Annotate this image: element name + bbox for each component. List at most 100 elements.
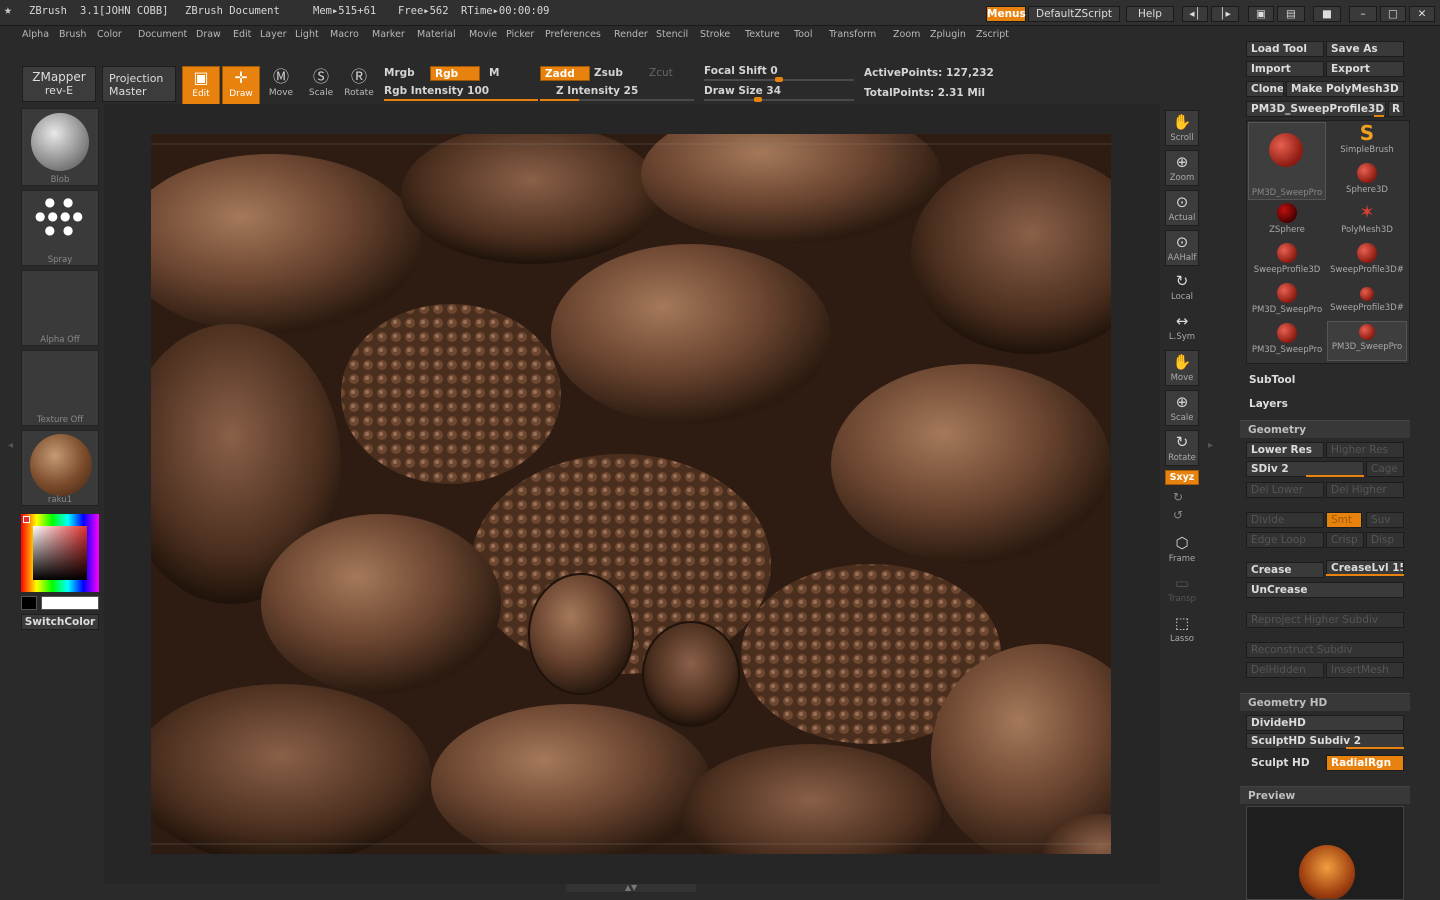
stroke-selector[interactable]: ● ● ●●●● ● ● Spray	[21, 190, 99, 266]
z-intensity-slider[interactable]: Z Intensity 25	[556, 85, 638, 97]
aahalf-button[interactable]: ⊙ AAHalf	[1165, 230, 1199, 266]
clone-button[interactable]: Clone	[1246, 81, 1284, 97]
layout-right-icon[interactable]: ▤	[1277, 6, 1305, 22]
draw-size-slider[interactable]: Draw Size 34	[704, 85, 781, 97]
draw-button[interactable]: ✛ Draw	[222, 66, 260, 106]
document-canvas[interactable]	[151, 134, 1111, 854]
subtool-header[interactable]: SubTool	[1249, 374, 1295, 386]
switch-color-button[interactable]: SwitchColor	[21, 614, 99, 630]
menu-brush[interactable]: Brush	[59, 29, 86, 40]
crisp-toggle[interactable]: Crisp	[1326, 532, 1364, 548]
expand-ui-icon[interactable]: │▸	[1211, 6, 1239, 22]
preview-header[interactable]: Preview	[1240, 786, 1410, 804]
menu-texture[interactable]: Texture	[745, 29, 780, 40]
primary-color-swatch[interactable]	[41, 596, 99, 610]
rgb-intensity-slider[interactable]: Rgb Intensity 100	[384, 85, 489, 97]
z-axis-icon[interactable]: ↺	[1173, 508, 1183, 522]
delhidden-button[interactable]: DelHidden	[1246, 662, 1324, 678]
menu-render[interactable]: Render	[614, 29, 648, 40]
menu-edit[interactable]: Edit	[233, 29, 251, 40]
cage-button[interactable]: Cage	[1366, 461, 1404, 477]
material-selector[interactable]: raku1	[21, 430, 99, 506]
saturation-box[interactable]	[33, 526, 87, 580]
zcut-button[interactable]: Zcut	[649, 67, 673, 79]
preview-viewport[interactable]	[1246, 806, 1404, 900]
tool-sphere3d[interactable]: Sphere3D	[1327, 161, 1407, 201]
y-axis-icon[interactable]: ↻	[1173, 490, 1183, 504]
menu-document[interactable]: Document	[138, 29, 187, 40]
mrgb-button[interactable]: Mrgb	[384, 67, 415, 79]
menu-macro[interactable]: Macro	[330, 29, 359, 40]
scale-view-button[interactable]: ⊕ Scale	[1165, 390, 1199, 426]
default-zscript-button[interactable]: DefaultZScript	[1028, 6, 1120, 22]
menu-transform[interactable]: Transform	[829, 29, 876, 40]
rotate-view-button[interactable]: ↻ Rotate	[1165, 430, 1199, 466]
make-polymesh-button[interactable]: Make PolyMesh3D	[1286, 81, 1404, 97]
draw-size-knob[interactable]	[754, 97, 762, 102]
r-button[interactable]: R	[1388, 101, 1404, 117]
menus-button[interactable]: Menus	[986, 6, 1026, 22]
reconstruct-button[interactable]: Reconstruct Subdiv	[1246, 642, 1404, 658]
insertmesh-button[interactable]: InsertMesh	[1326, 662, 1404, 678]
menu-color[interactable]: Color	[97, 29, 122, 40]
secondary-color-swatch[interactable]	[21, 596, 37, 610]
scale-button[interactable]: Ⓢ Scale	[302, 66, 340, 106]
tool-polymesh3d[interactable]: ✶ PolyMesh3D	[1327, 201, 1407, 241]
lower-res-button[interactable]: Lower Res	[1246, 442, 1324, 458]
bottom-tray-handle-icon[interactable]: ▲▼	[566, 884, 696, 892]
dividehd-button[interactable]: DivideHD	[1246, 715, 1404, 731]
help-button[interactable]: Help	[1126, 6, 1174, 22]
tool-pm3d-sweepprofile-3[interactable]: PM3D_SweepPro	[1327, 321, 1407, 361]
del-lower-button[interactable]: Del Lower	[1246, 482, 1324, 498]
zsub-button[interactable]: Zsub	[594, 67, 623, 79]
brush-selector[interactable]: Blob	[21, 108, 99, 186]
divide-button[interactable]: Divide	[1246, 512, 1324, 528]
menu-marker[interactable]: Marker	[372, 29, 405, 40]
edge-loop-button[interactable]: Edge Loop	[1246, 532, 1324, 548]
menu-tool[interactable]: Tool	[794, 29, 812, 40]
geometry-header[interactable]: Geometry	[1240, 420, 1410, 438]
restore-icon[interactable]: □	[1380, 6, 1406, 22]
tool-sweepprofile3d[interactable]: SweepProfile3D	[1247, 241, 1327, 281]
radialrgn-toggle[interactable]: RadialRgn	[1326, 755, 1404, 771]
import-button[interactable]: Import	[1246, 61, 1324, 77]
projection-master-button[interactable]: Projection Master	[102, 66, 176, 102]
sxyz-button[interactable]: Sxyz	[1165, 470, 1199, 485]
uncrease-button[interactable]: UnCrease	[1246, 582, 1404, 598]
transp-button[interactable]: ▭ Transp	[1165, 572, 1199, 608]
del-higher-button[interactable]: Del Higher	[1326, 482, 1404, 498]
sculpt-hd-button[interactable]: Sculpt HD	[1246, 755, 1324, 771]
tool-zsphere[interactable]: ZSphere	[1247, 201, 1327, 241]
geometry-hd-header[interactable]: Geometry HD	[1240, 693, 1410, 711]
local-button[interactable]: ↻ Local	[1165, 270, 1199, 306]
crease-button[interactable]: Crease	[1246, 562, 1324, 578]
export-button[interactable]: Export	[1326, 61, 1404, 77]
menu-zoom[interactable]: Zoom	[893, 29, 920, 40]
current-tool-slider[interactable]: PM3D_SweepProfile3D#	[1246, 101, 1386, 117]
texture-selector[interactable]: Texture Off	[21, 350, 99, 426]
menu-movie[interactable]: Movie	[469, 29, 497, 40]
higher-res-button[interactable]: Higher Res	[1326, 442, 1404, 458]
smt-toggle[interactable]: Smt	[1326, 512, 1362, 528]
menu-layer[interactable]: Layer	[260, 29, 287, 40]
alpha-selector[interactable]: Alpha Off	[21, 270, 99, 346]
zmapper-button[interactable]: ZMapper rev-E	[22, 66, 96, 102]
lasso-button[interactable]: ⬚ Lasso	[1165, 612, 1199, 648]
menu-preferences[interactable]: Preferences	[545, 29, 601, 40]
suv-toggle[interactable]: Suv	[1366, 512, 1404, 528]
rgb-button[interactable]: Rgb	[430, 66, 480, 81]
menu-picker[interactable]: Picker	[506, 29, 534, 40]
tool-thumb-current[interactable]: PM3D_SweepPro	[1248, 122, 1326, 200]
menu-material[interactable]: Material	[417, 29, 456, 40]
focal-shift-knob[interactable]	[775, 77, 783, 82]
layout-left-icon[interactable]: ▣	[1248, 6, 1274, 22]
lsym-button[interactable]: ↔ L.Sym	[1165, 310, 1199, 346]
layers-header[interactable]: Layers	[1249, 398, 1288, 410]
color-picker[interactable]	[21, 514, 99, 592]
move-button[interactable]: Ⓜ Move	[262, 66, 300, 106]
tool-simplebrush[interactable]: S SimpleBrush	[1327, 121, 1407, 161]
zadd-button[interactable]: Zadd	[540, 66, 590, 81]
menu-light[interactable]: Light	[295, 29, 319, 40]
tool-sweepprofile3d-copy[interactable]: SweepProfile3D#	[1327, 241, 1407, 281]
menu-alpha[interactable]: Alpha	[22, 29, 49, 40]
